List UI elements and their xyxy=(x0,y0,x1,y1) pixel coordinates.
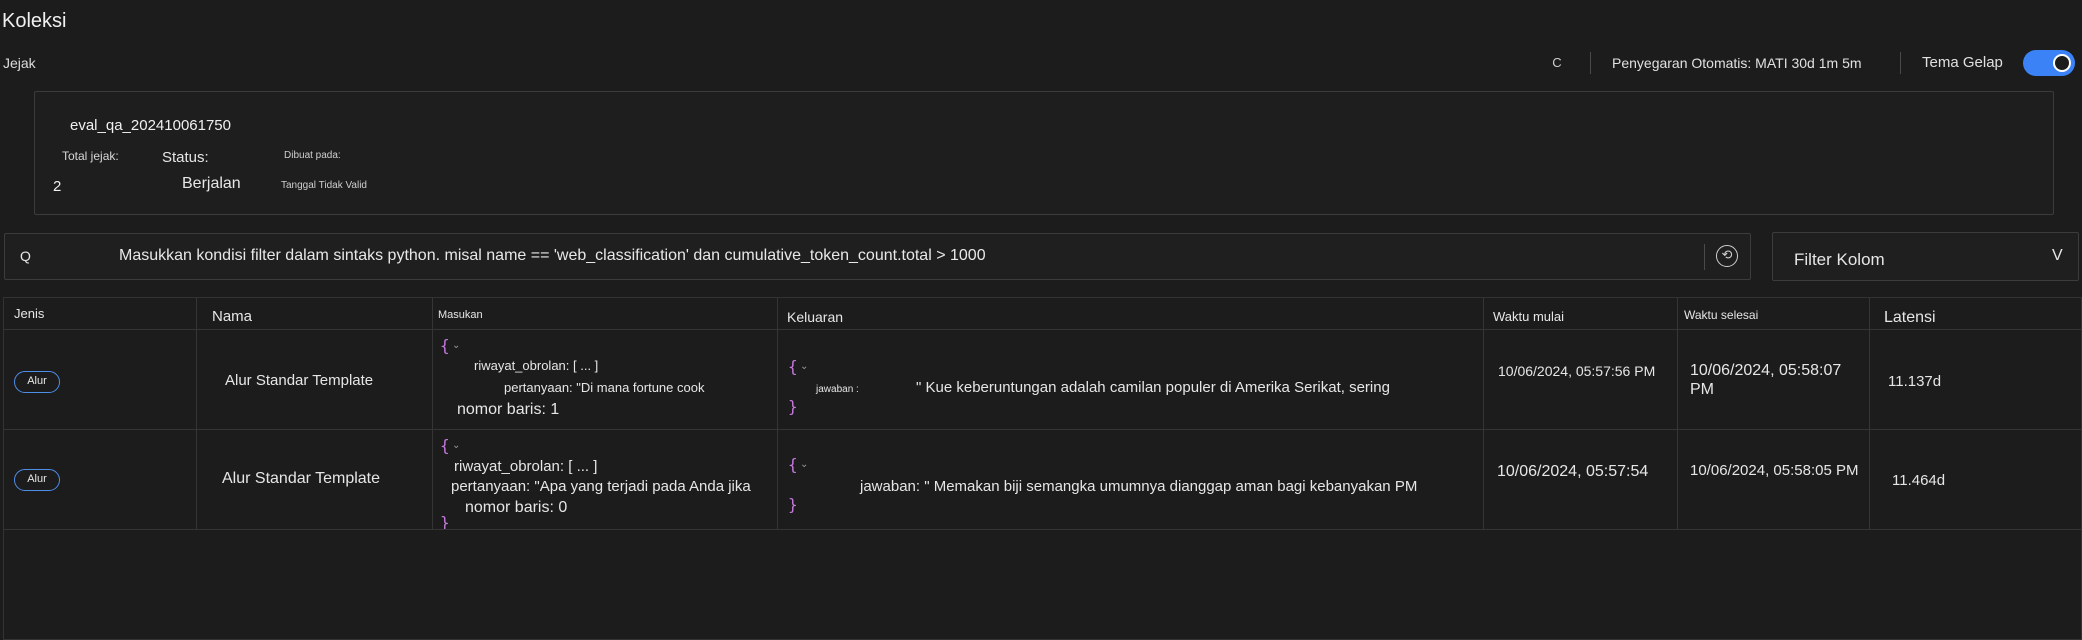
input-chat-history[interactable]: riwayat_obrolan: [ ... ] xyxy=(454,458,597,475)
column-divider xyxy=(196,297,197,530)
input-line-number: nomor baris: 0 xyxy=(465,499,568,516)
column-header-start-time[interactable]: Waktu mulai xyxy=(1493,309,1564,324)
collapse-chevron-icon[interactable]: ⌄ xyxy=(800,459,808,470)
total-traces-label: Total jejak: xyxy=(62,149,119,163)
dark-theme-toggle[interactable] xyxy=(2023,50,2075,76)
refresh-icon[interactable]: C xyxy=(1547,53,1567,73)
reset-icon[interactable]: ⟲ xyxy=(1716,245,1738,267)
column-divider xyxy=(777,297,778,530)
trace-name[interactable]: Alur Standar Template xyxy=(225,372,373,389)
created-value: Tanggal Tidak Valid xyxy=(281,180,367,191)
column-header-output[interactable]: Keluaran xyxy=(787,309,843,325)
input-line-number: nomor baris: 1 xyxy=(457,401,560,418)
row-divider xyxy=(4,429,2082,430)
collapse-chevron-icon[interactable]: ⌄ xyxy=(452,340,460,351)
output-close-brace: } xyxy=(788,397,798,416)
auto-refresh-control[interactable]: Penyegaran Otomatis: MATI 30d 1m 5m xyxy=(1612,55,1862,71)
status-label: Status: xyxy=(162,149,209,166)
collapse-chevron-icon[interactable]: ⌄ xyxy=(452,440,460,451)
row-divider xyxy=(4,529,2082,530)
total-traces-value: 2 xyxy=(53,178,62,195)
column-header-name[interactable]: Nama xyxy=(212,308,252,325)
end-time: 10/06/2024, 05:58:07 PM xyxy=(1690,362,1842,398)
column-header-end-time[interactable]: Waktu selesai xyxy=(1684,308,1758,322)
page-subtitle: Jejak xyxy=(3,55,36,71)
latency: 11.464d xyxy=(1892,472,1946,489)
search-divider xyxy=(1704,244,1705,270)
search-placeholder: Masukkan kondisi filter dalam sintaks py… xyxy=(119,247,986,264)
header-divider xyxy=(4,329,2082,330)
start-time: 10/06/2024, 05:57:56 PM xyxy=(1498,363,1656,379)
latency: 11.137d xyxy=(1888,373,1942,390)
input-question: pertanyaan: "Di mana fortune cook xyxy=(504,380,705,395)
input-open-brace: { xyxy=(440,436,450,455)
collapse-chevron-icon[interactable]: ⌄ xyxy=(800,361,808,372)
column-divider xyxy=(1483,297,1484,530)
output-answer: jawaban: " Memakan biji semangka umumnya… xyxy=(860,478,1418,495)
toggle-knob xyxy=(2053,54,2071,72)
type-badge: Alur xyxy=(14,371,60,393)
input-chat-history[interactable]: riwayat_obrolan: [ ... ] xyxy=(474,358,598,373)
column-divider xyxy=(1869,297,1870,530)
output-open-brace: { xyxy=(788,357,798,376)
chevron-down-icon[interactable]: V xyxy=(2052,247,2063,265)
output-open-brace: { xyxy=(788,455,798,474)
output-key: jawaban : xyxy=(816,384,859,395)
output-answer: " Kue keberuntungan adalah camilan popul… xyxy=(916,379,1390,396)
created-label: Dibuat pada: xyxy=(284,150,341,161)
search-icon: Q xyxy=(20,248,31,264)
column-divider xyxy=(432,297,433,530)
input-open-brace: { xyxy=(440,336,450,355)
input-question: pertanyaan: "Apa yang terjadi pada Anda … xyxy=(451,478,751,495)
output-close-brace: } xyxy=(788,495,798,514)
column-header-type[interactable]: Jenis xyxy=(14,306,44,321)
column-header-latency[interactable]: Latensi xyxy=(1884,309,1936,327)
input-close-brace: } xyxy=(440,513,450,529)
trace-name[interactable]: Alur Standar Template xyxy=(222,470,380,488)
column-divider xyxy=(1677,297,1678,530)
end-time: 10/06/2024, 05:58:05 PM xyxy=(1690,462,1859,479)
start-time: 10/06/2024, 05:57:54 xyxy=(1497,463,1649,480)
status-value: Berjalan xyxy=(182,175,241,192)
toolbar-divider xyxy=(1900,52,1901,74)
theme-label: Tema Gelap xyxy=(1922,54,2003,71)
column-filter-label: Filter Kolom xyxy=(1794,250,1885,269)
run-name: eval_qa_202410061750 xyxy=(70,117,231,134)
page-title: Koleksi xyxy=(2,10,67,32)
column-header-input[interactable]: Masukan xyxy=(438,309,483,321)
type-badge: Alur xyxy=(14,469,60,491)
toolbar-divider xyxy=(1590,52,1591,74)
